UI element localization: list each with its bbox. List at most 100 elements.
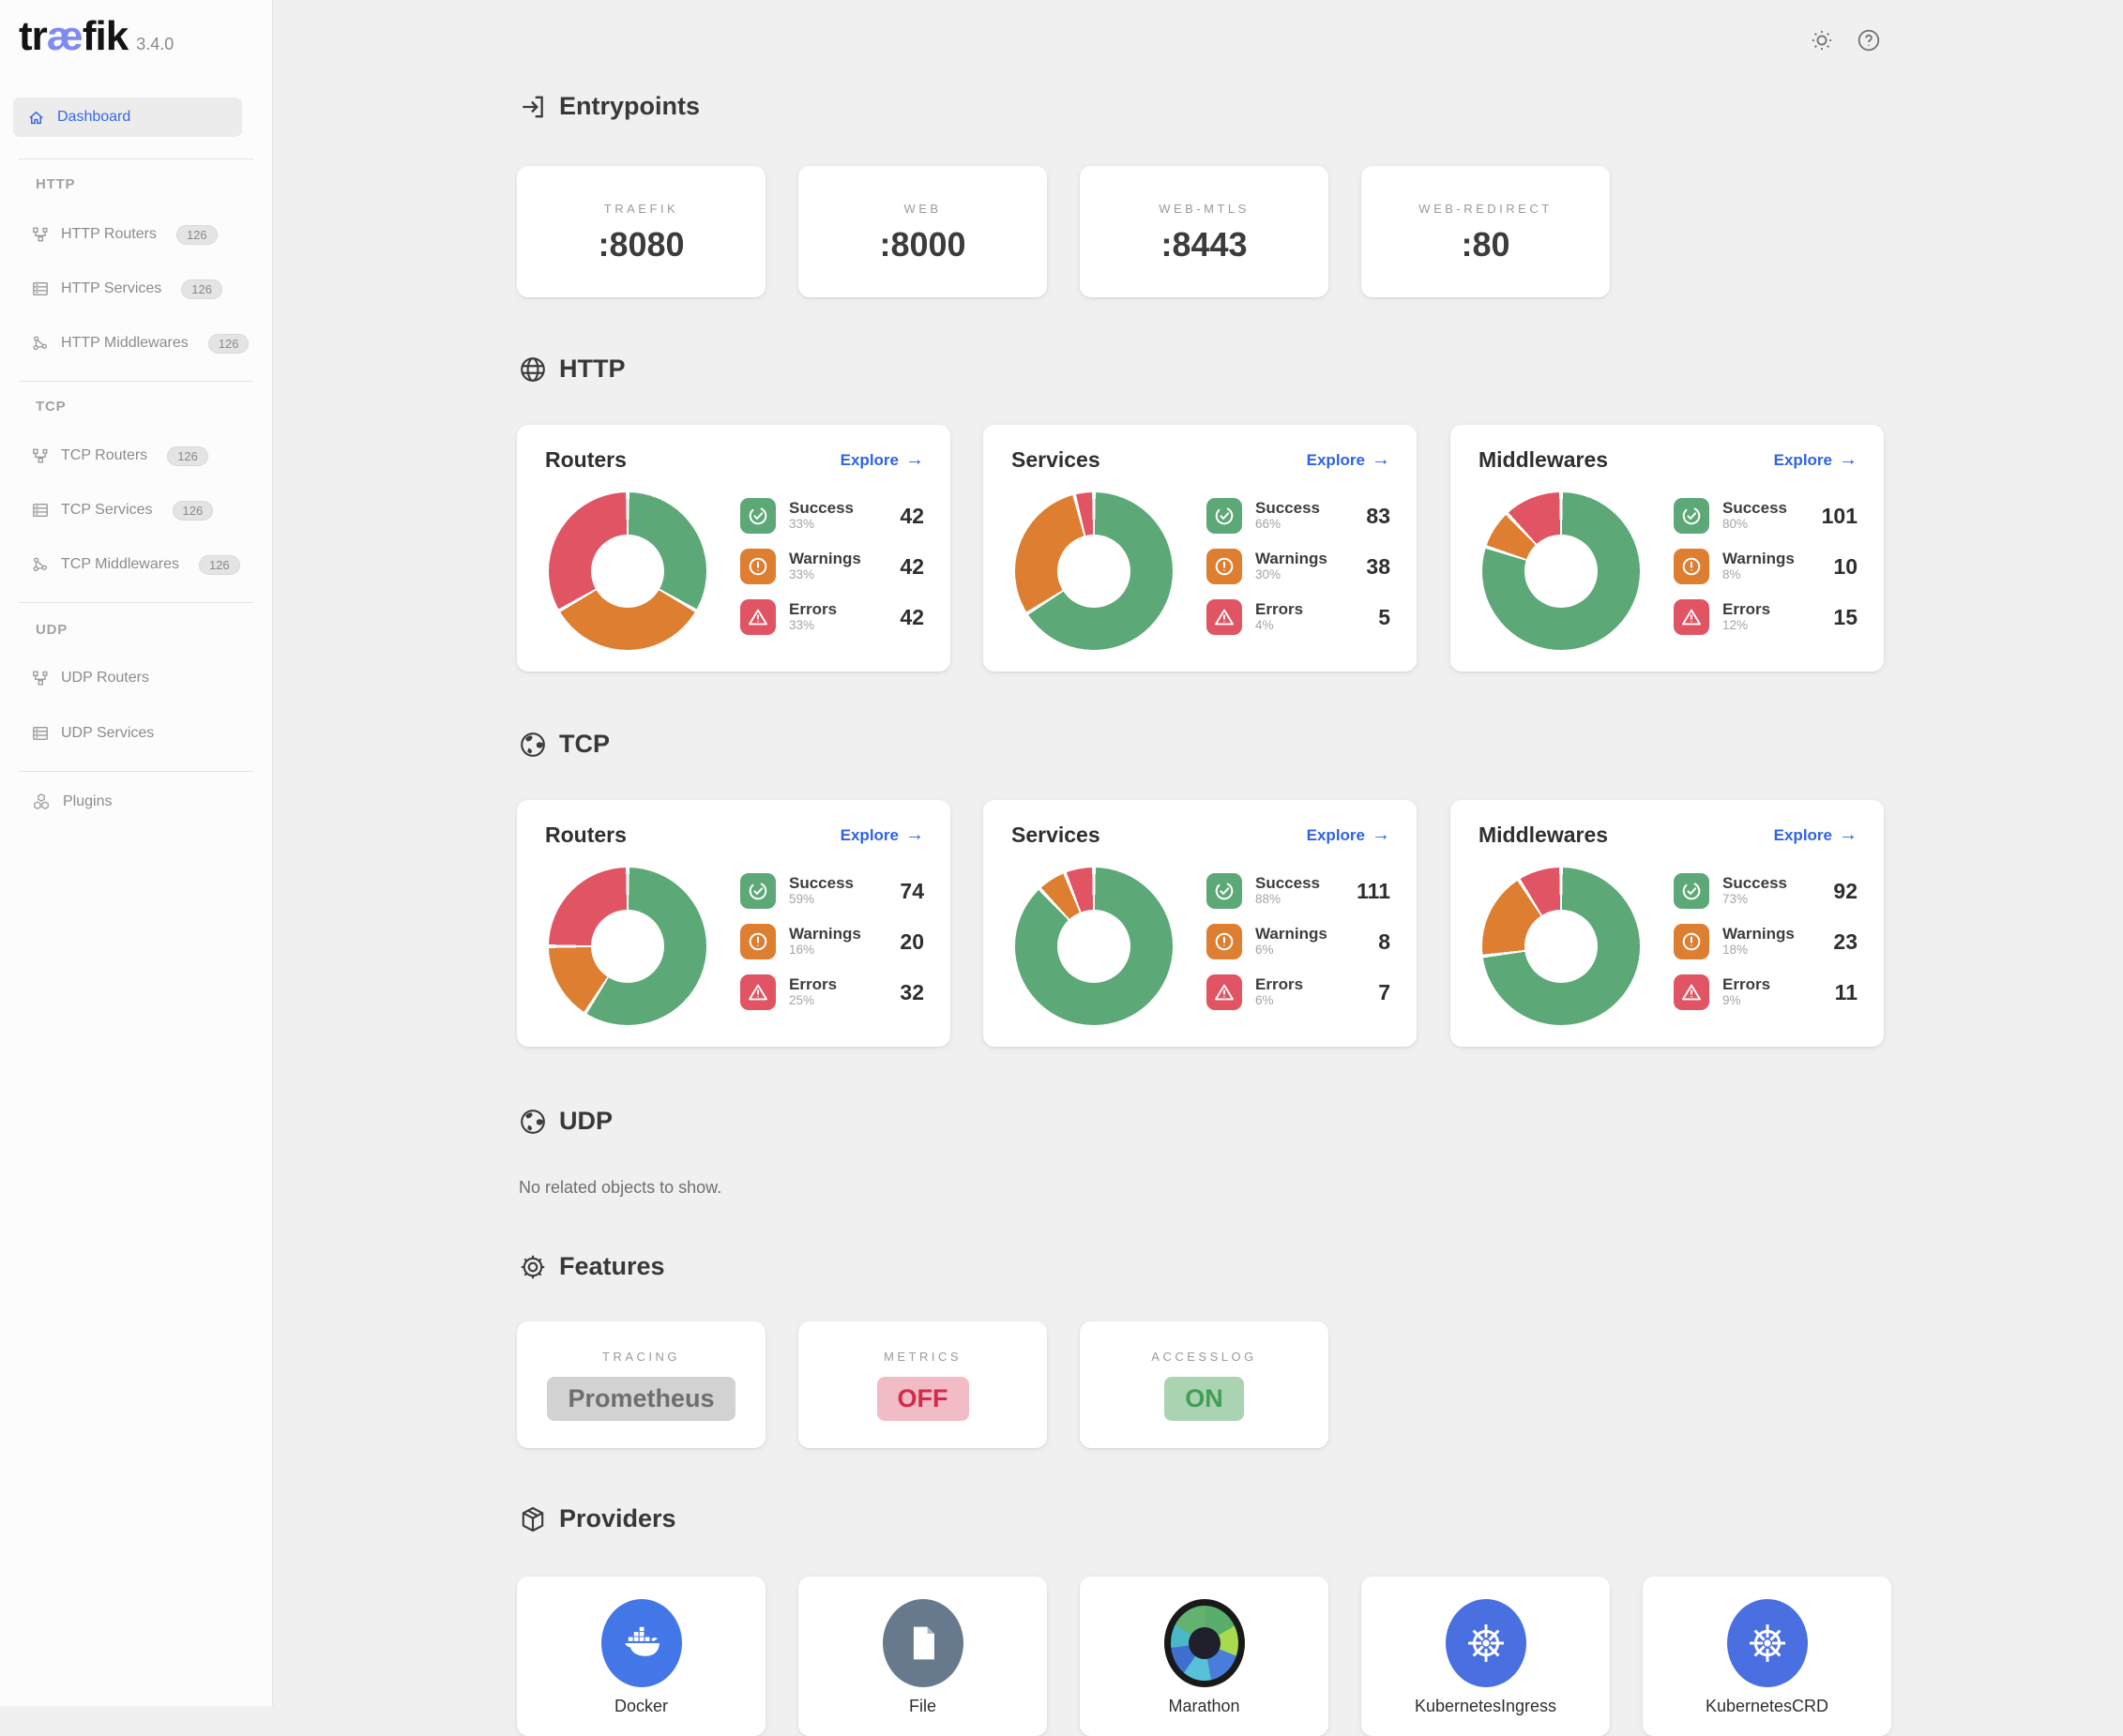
- sidebar-item-dashboard[interactable]: Dashboard: [13, 98, 242, 137]
- error-icon: [1206, 974, 1242, 1010]
- stat-errors: Errors25% 32: [740, 974, 924, 1010]
- marathon-icon: [1164, 1599, 1245, 1687]
- package-icon: [519, 1505, 547, 1533]
- section-tcp-heading: TCP: [519, 730, 610, 759]
- feature-value-chip: ON: [1164, 1377, 1244, 1421]
- sidebar-item-udp-routers[interactable]: UDP Routers: [32, 659, 149, 697]
- panel-title: Middlewares: [1479, 823, 1608, 848]
- section-udp-heading: UDP: [519, 1107, 613, 1136]
- sidebar-item-tcp-middlewares[interactable]: TCP Middlewares 126: [32, 546, 240, 583]
- entrypoint-name: WEB-MTLS: [1080, 202, 1328, 216]
- panel-title: Middlewares: [1479, 447, 1608, 473]
- tcp-routers-donut: [549, 868, 706, 1025]
- explore-link[interactable]: Explore→: [1774, 824, 1858, 846]
- panel-title: Routers: [545, 447, 627, 473]
- middlewares-icon: [32, 335, 49, 352]
- feature-name: METRICS: [798, 1350, 1047, 1364]
- services-icon: [32, 725, 49, 742]
- routers-icon: [32, 226, 49, 243]
- theme-toggle-icon[interactable]: [1810, 28, 1834, 57]
- sidebar-group-udp: UDP: [36, 622, 68, 638]
- kubernetes-icon: [1446, 1599, 1526, 1687]
- feature-value-chip: Prometheus: [547, 1377, 735, 1421]
- entrypoint-name: WEB: [798, 202, 1047, 216]
- stat-success: Success80% 101: [1674, 498, 1858, 534]
- explore-link[interactable]: Explore→: [1307, 824, 1390, 846]
- panel-title: Services: [1011, 823, 1100, 848]
- services-icon: [32, 502, 49, 519]
- sidebar-item-http-routers[interactable]: HTTP Routers 126: [32, 216, 218, 253]
- entrypoint-name: WEB-REDIRECT: [1361, 202, 1610, 216]
- stat-success: Success66% 83: [1206, 498, 1390, 534]
- count-badge: 126: [173, 501, 214, 521]
- sidebar-item-label: Dashboard: [57, 109, 130, 126]
- tcp-routers-panel: Routers Explore→ Success59% 74 Warnings1…: [517, 800, 950, 1047]
- error-icon: [1206, 599, 1242, 635]
- provider-name: KubernetesIngress: [1361, 1697, 1610, 1716]
- count-badge: 126: [167, 446, 208, 466]
- entrypoint-card-traefik: TRAEFIK :8080: [517, 166, 766, 297]
- feature-value-chip: OFF: [877, 1377, 969, 1421]
- success-icon: [740, 498, 776, 534]
- panel-title: Routers: [545, 823, 627, 848]
- stat-warnings: Warnings18% 23: [1674, 924, 1858, 959]
- sidebar: træfik 3.4.0 Dashboard HTTP HTTP Routers…: [0, 0, 273, 1706]
- sidebar-item-http-middlewares[interactable]: HTTP Middlewares 126: [32, 325, 249, 362]
- routers-icon: [32, 670, 49, 687]
- entrypoint-port: :8443: [1080, 225, 1328, 264]
- sidebar-item-plugins[interactable]: Plugins: [32, 783, 112, 821]
- world-icon: [519, 1108, 547, 1136]
- file-icon: [883, 1599, 963, 1687]
- tcp-middlewares-panel: Middlewares Explore→ Success73% 92 Warni…: [1450, 800, 1884, 1047]
- app-logo: træfik 3.4.0: [19, 13, 174, 60]
- stat-warnings: Warnings33% 42: [740, 549, 924, 584]
- warning-icon: [1206, 924, 1242, 959]
- stat-success: Success33% 42: [740, 498, 924, 534]
- explore-link[interactable]: Explore→: [1774, 449, 1858, 471]
- udp-empty-message: No related objects to show.: [519, 1178, 721, 1198]
- stat-errors: Errors12% 15: [1674, 599, 1858, 635]
- panel-title: Services: [1011, 447, 1100, 473]
- feature-name: TRACING: [517, 1350, 766, 1364]
- entrypoint-port: :80: [1361, 225, 1610, 264]
- sidebar-group-http: HTTP: [36, 176, 75, 192]
- tcp-services-donut: [1015, 868, 1173, 1025]
- stat-errors: Errors4% 5: [1206, 599, 1390, 635]
- sidebar-item-http-services[interactable]: HTTP Services 126: [32, 270, 222, 308]
- error-icon: [1674, 974, 1709, 1010]
- error-icon: [740, 974, 776, 1010]
- globe-icon: [519, 355, 547, 384]
- sidebar-item-tcp-services[interactable]: TCP Services 126: [32, 491, 213, 529]
- gear-icon: [519, 1253, 547, 1281]
- entrypoint-name: TRAEFIK: [517, 202, 766, 216]
- provider-card-file: File: [798, 1577, 1047, 1736]
- explore-link[interactable]: Explore→: [841, 449, 924, 471]
- legend: Success59% 74 Warnings16% 20 Errors25% 3…: [740, 873, 924, 1025]
- home-icon: [27, 109, 45, 127]
- legend: Success66% 83 Warnings30% 38 Errors4% 5: [1206, 498, 1390, 650]
- legend: Success80% 101 Warnings8% 10 Errors12% 1…: [1674, 498, 1858, 650]
- feature-card-tracing: TRACING Prometheus: [517, 1321, 766, 1448]
- http-services-donut: [1015, 492, 1173, 650]
- arrow-right-icon: →: [1839, 824, 1858, 846]
- stat-success: Success73% 92: [1674, 873, 1858, 909]
- feature-name: ACCESSLOG: [1080, 1350, 1328, 1364]
- divider: [19, 602, 253, 603]
- stat-warnings: Warnings16% 20: [740, 924, 924, 959]
- help-icon[interactable]: [1857, 28, 1881, 57]
- warning-icon: [1674, 549, 1709, 584]
- stat-warnings: Warnings8% 10: [1674, 549, 1858, 584]
- warning-icon: [740, 549, 776, 584]
- sidebar-item-udp-services[interactable]: UDP Services: [32, 715, 154, 752]
- error-icon: [740, 599, 776, 635]
- stat-errors: Errors6% 7: [1206, 974, 1390, 1010]
- provider-card-docker: Docker: [517, 1577, 766, 1736]
- sidebar-item-tcp-routers[interactable]: TCP Routers 126: [32, 437, 208, 475]
- explore-link[interactable]: Explore→: [841, 824, 924, 846]
- entrypoint-card-web-mtls: WEB-MTLS :8443: [1080, 166, 1328, 297]
- warning-icon: [1206, 549, 1242, 584]
- stat-errors: Errors33% 42: [740, 599, 924, 635]
- feature-card-metrics: METRICS OFF: [798, 1321, 1047, 1448]
- explore-link[interactable]: Explore→: [1307, 449, 1390, 471]
- stat-errors: Errors9% 11: [1674, 974, 1858, 1010]
